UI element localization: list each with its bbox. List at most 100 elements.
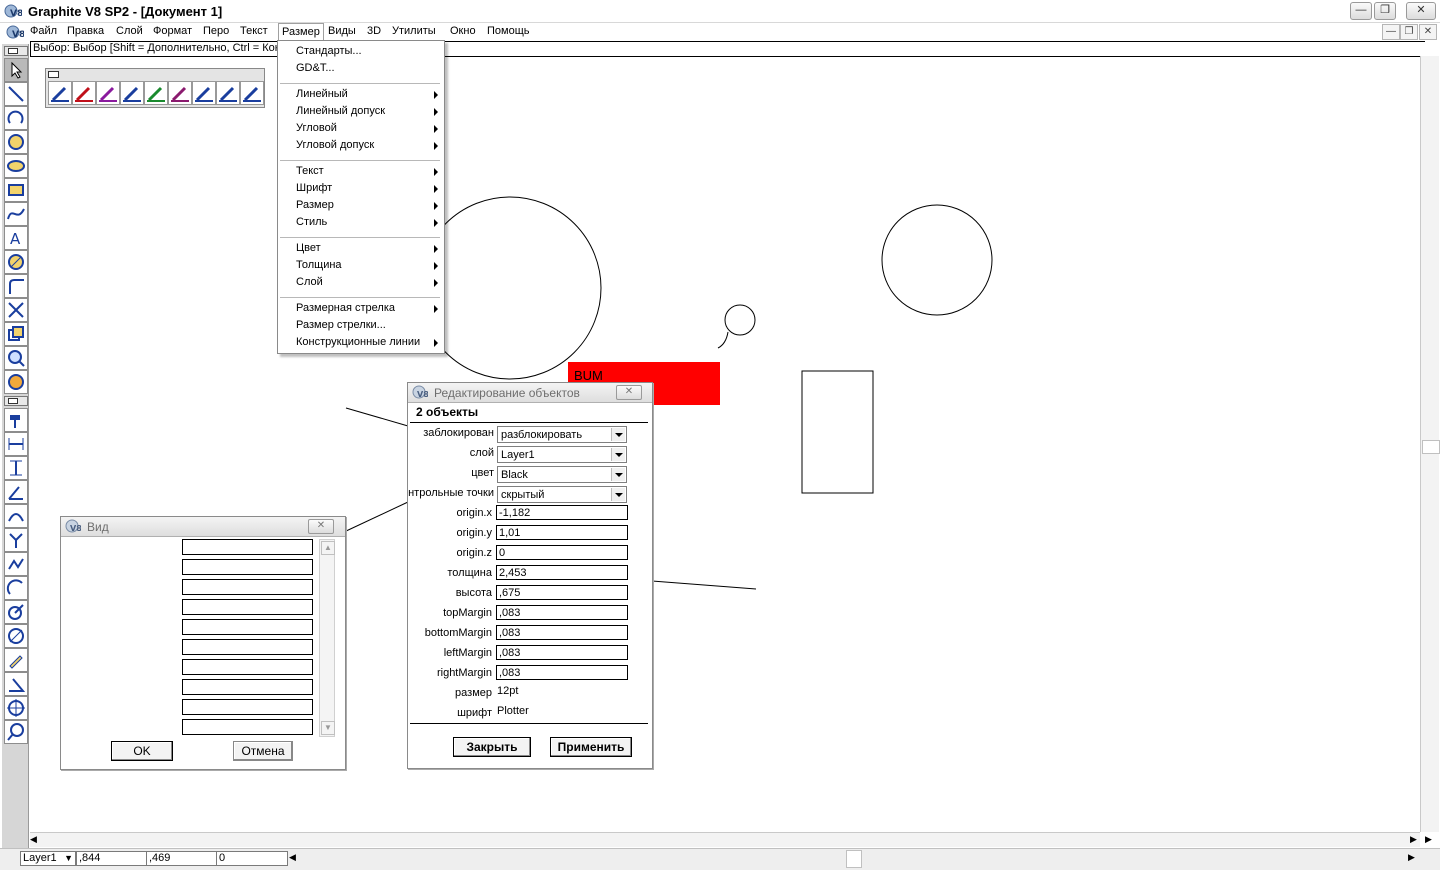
pen-style-icon[interactable] bbox=[48, 81, 72, 105]
vertical-scrollbar[interactable]: ▶ bbox=[1420, 56, 1440, 844]
close-dialog-button[interactable]: Закрыть bbox=[453, 737, 531, 757]
dimension-menu-item[interactable]: Линейный bbox=[296, 88, 348, 100]
chevron-down-icon[interactable] bbox=[611, 428, 625, 441]
render-icon[interactable] bbox=[4, 370, 28, 394]
menu-utilities[interactable]: Утилиты bbox=[392, 25, 436, 37]
pen-style-icon[interactable] bbox=[96, 81, 120, 105]
edit-dialog-titlebar[interactable]: V8 Редактирование объектов ✕ bbox=[408, 383, 652, 403]
small-circle[interactable] bbox=[724, 304, 756, 336]
dimension-menu-item[interactable]: Размер стрелки... bbox=[296, 319, 386, 331]
radius-icon[interactable] bbox=[4, 600, 28, 624]
menu-help[interactable]: Помощь bbox=[487, 25, 530, 37]
menu-3d[interactable]: 3D bbox=[367, 25, 381, 37]
dimension-menu-item[interactable]: Цвет bbox=[296, 242, 321, 254]
pen-style-icon[interactable] bbox=[216, 81, 240, 105]
trim-icon[interactable] bbox=[4, 298, 28, 322]
view-row-input[interactable] bbox=[182, 619, 313, 635]
maximize-button[interactable]: ❐ bbox=[1374, 2, 1396, 20]
canvas-text-bum[interactable]: BUM bbox=[574, 368, 603, 383]
angle-icon[interactable] bbox=[4, 480, 28, 504]
pen-edit-icon[interactable] bbox=[4, 648, 28, 672]
status-scroll-thumb[interactable] bbox=[846, 850, 862, 868]
view-row-input[interactable] bbox=[182, 539, 313, 555]
mdi-restore-button[interactable]: ❐ bbox=[1400, 24, 1418, 40]
control-points-select[interactable]: скрытый bbox=[497, 486, 627, 503]
toolbar-grip[interactable] bbox=[48, 71, 59, 78]
edit-dialog-close-button[interactable]: ✕ bbox=[616, 385, 642, 400]
field-input[interactable]: 2,453 bbox=[496, 565, 628, 580]
pen-style-icon[interactable] bbox=[192, 81, 216, 105]
field-input[interactable]: 1,01 bbox=[496, 525, 628, 540]
layer-select[interactable]: Layer1 bbox=[497, 446, 627, 463]
scroll-down-icon[interactable]: ▼ bbox=[321, 721, 335, 735]
text-icon[interactable]: A bbox=[4, 226, 28, 250]
zoom-icon[interactable] bbox=[4, 346, 28, 370]
dimension-menu-item[interactable]: Линейный допуск bbox=[296, 105, 385, 117]
scroll-right-icon[interactable]: ▶ bbox=[1408, 852, 1415, 863]
menu-pen[interactable]: Перо bbox=[203, 25, 229, 37]
line-segment-right[interactable] bbox=[651, 580, 757, 590]
dimension-menu-item[interactable]: Стиль bbox=[296, 216, 327, 228]
line-segment-upper[interactable] bbox=[345, 407, 409, 427]
scroll-left-icon[interactable]: ◀ bbox=[30, 834, 37, 845]
pen-style-icon[interactable] bbox=[168, 81, 192, 105]
menu-edit[interactable]: Правка bbox=[67, 25, 104, 37]
view-row-input[interactable] bbox=[182, 719, 313, 735]
fork-icon[interactable] bbox=[4, 528, 28, 552]
cancel-button[interactable]: Отмена bbox=[233, 741, 293, 761]
dimension-menu-item[interactable]: Угловой bbox=[296, 122, 337, 134]
view-dialog-close-button[interactable]: ✕ bbox=[308, 519, 334, 534]
layer-selector[interactable]: Layer1 ▼ bbox=[20, 851, 76, 866]
rectangle-shape[interactable] bbox=[801, 370, 874, 494]
close-button[interactable]: ✕ bbox=[1406, 2, 1436, 20]
pen-angle-icon[interactable] bbox=[4, 672, 28, 696]
arc-dim-icon[interactable] bbox=[4, 576, 28, 600]
document-logo-icon[interactable]: V8 bbox=[6, 24, 24, 40]
pen-style-icon[interactable] bbox=[120, 81, 144, 105]
magnifier-icon[interactable] bbox=[4, 720, 28, 744]
spline-icon[interactable] bbox=[4, 202, 28, 226]
large-circle[interactable] bbox=[418, 196, 602, 380]
hammer-icon[interactable] bbox=[4, 408, 28, 432]
color-select[interactable]: Black bbox=[497, 466, 627, 483]
chain-icon[interactable] bbox=[4, 552, 28, 576]
field-input[interactable]: 0 bbox=[496, 545, 628, 560]
dimension-menu-item[interactable]: GD&T... bbox=[296, 62, 335, 74]
vertical-scroll-thumb[interactable] bbox=[1422, 440, 1440, 454]
view-row-input[interactable] bbox=[182, 579, 313, 595]
field-input[interactable]: -1,182 bbox=[496, 505, 628, 520]
minimize-button[interactable]: — bbox=[1350, 2, 1372, 20]
dimension-icon[interactable] bbox=[4, 250, 28, 274]
dimension-menu-item[interactable]: Размерная стрелка bbox=[296, 302, 395, 314]
menu-file[interactable]: Файл bbox=[30, 25, 57, 37]
circle-icon[interactable] bbox=[4, 130, 28, 154]
view-row-input[interactable] bbox=[182, 679, 313, 695]
vertical-dim-icon[interactable] bbox=[4, 456, 28, 480]
menu-layer[interactable]: Слой bbox=[116, 25, 143, 37]
chevron-down-icon[interactable] bbox=[611, 448, 625, 461]
chevron-down-icon[interactable] bbox=[611, 488, 625, 501]
curve-dim-icon[interactable] bbox=[4, 504, 28, 528]
group-icon[interactable] bbox=[4, 322, 28, 346]
view-row-input[interactable] bbox=[182, 699, 313, 715]
small-arc[interactable] bbox=[717, 331, 729, 349]
view-scrollbar[interactable]: ▲ ▼ bbox=[319, 539, 335, 737]
pen-style-icon[interactable] bbox=[144, 81, 168, 105]
scroll-up-icon[interactable]: ▲ bbox=[321, 541, 335, 555]
dimension-menu-item[interactable]: Слой bbox=[296, 276, 323, 288]
menu-format[interactable]: Формат bbox=[153, 25, 192, 37]
dimension-menu-item[interactable]: Текст bbox=[296, 165, 324, 177]
dimension-menu-item[interactable]: Размер bbox=[296, 199, 334, 211]
field-input[interactable]: ,083 bbox=[496, 665, 628, 680]
ok-button[interactable]: OK bbox=[111, 741, 173, 761]
chevron-down-icon[interactable] bbox=[611, 468, 625, 481]
dimension-menu-item[interactable]: Угловой допуск bbox=[296, 139, 374, 151]
rectangle-icon[interactable] bbox=[4, 178, 28, 202]
line-segment-left[interactable] bbox=[343, 501, 409, 533]
view-dialog-titlebar[interactable]: V8 Вид ✕ bbox=[61, 517, 345, 537]
pen-style-icon[interactable] bbox=[240, 81, 264, 105]
line-icon[interactable] bbox=[4, 82, 28, 106]
view-row-input[interactable] bbox=[182, 639, 313, 655]
view-row-input[interactable] bbox=[182, 659, 313, 675]
view-row-input[interactable] bbox=[182, 559, 313, 575]
